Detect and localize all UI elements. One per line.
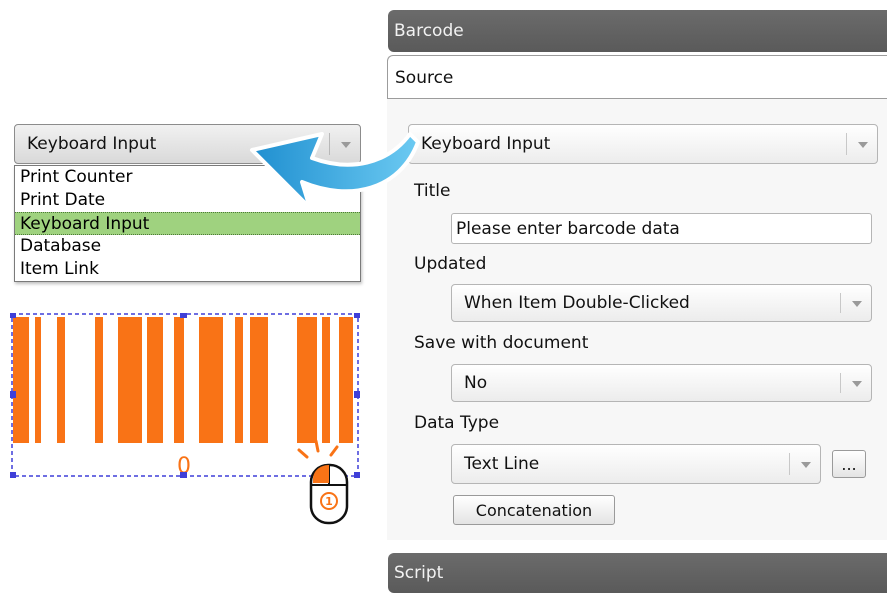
script-section-title: Script (394, 563, 444, 583)
data-type-combo[interactable]: Text Line (451, 444, 821, 484)
barcode-section-title: Barcode (394, 21, 464, 41)
browse-button-label: ... (841, 454, 857, 474)
data-type-combo-value: Text Line (464, 454, 540, 474)
barcode-bars (13, 317, 353, 443)
updated-combo-value: When Item Double-Clicked (464, 293, 690, 313)
combo-separator (840, 373, 841, 393)
tab-source-label: Source (395, 68, 454, 88)
title-field-value: Please enter barcode data (456, 218, 680, 239)
data-type-label: Data Type (414, 413, 500, 433)
dropdown-arrow-icon (852, 381, 862, 387)
updated-label: Updated (414, 254, 487, 274)
combo-separator (840, 293, 841, 313)
save-with-document-label: Save with document (414, 333, 589, 353)
tab-source[interactable]: Source (387, 55, 887, 99)
concatenation-button-label: Concatenation (475, 500, 593, 520)
source-combo-value: Keyboard Input (421, 134, 551, 154)
combo-separator (789, 453, 790, 475)
mouse-icon: 1 (309, 463, 349, 525)
dropdown-arrow-icon (801, 462, 811, 468)
svg-text:1: 1 (325, 495, 333, 508)
barcode-section-header[interactable]: Barcode (388, 10, 887, 52)
script-section-header[interactable]: Script (388, 553, 887, 593)
concatenation-button[interactable]: Concatenation (453, 495, 615, 525)
title-field[interactable]: Please enter barcode data (451, 213, 872, 244)
dropdown-option-item-link[interactable]: Item Link (15, 258, 360, 281)
source-dropdown-value: Keyboard Input (27, 134, 157, 154)
browse-button[interactable]: ... (832, 450, 866, 478)
dropdown-arrow-icon (852, 301, 862, 307)
curved-arrow-icon (250, 132, 420, 210)
source-combo[interactable]: Keyboard Input (408, 124, 878, 164)
combo-separator (846, 133, 847, 155)
save-combo-value: No (464, 373, 488, 393)
dropdown-option-database[interactable]: Database (15, 235, 360, 258)
dropdown-arrow-icon (858, 142, 868, 148)
updated-combo[interactable]: When Item Double-Clicked (451, 284, 872, 322)
save-with-document-combo[interactable]: No (451, 364, 872, 402)
